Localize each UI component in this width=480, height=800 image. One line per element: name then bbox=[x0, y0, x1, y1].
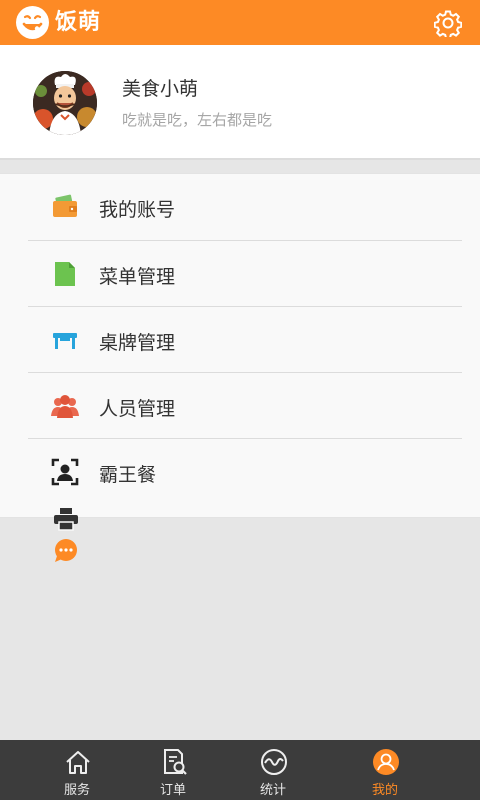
menu-item-free-meal[interactable]: 霸王餐 bbox=[0, 439, 480, 505]
tab-label: 服务 bbox=[63, 783, 90, 798]
smiley-logo-icon bbox=[16, 6, 49, 39]
user-icon bbox=[373, 749, 399, 775]
settings-menu: 我的账号 菜单管理 桌牌管理 人员管理 霸王餐 bbox=[0, 173, 480, 518]
avatar[interactable] bbox=[33, 71, 97, 135]
top-bar: 饭萌 bbox=[0, 0, 480, 45]
tab-label: 我的 bbox=[371, 783, 398, 798]
chat-bubble-icon[interactable] bbox=[52, 538, 80, 562]
profile-signature: 吃就是吃，左右都是吃 bbox=[122, 111, 273, 129]
tab-service[interactable]: 服务 bbox=[37, 740, 117, 800]
person-frame-icon bbox=[51, 458, 79, 486]
settings-button[interactable] bbox=[433, 9, 463, 40]
profile-name: 美食小萌 bbox=[122, 78, 199, 100]
tab-label: 订单 bbox=[159, 783, 186, 798]
app-logo-text: 饭萌 bbox=[55, 10, 102, 35]
home-icon bbox=[66, 751, 90, 774]
menu-item-label: 菜单管理 bbox=[99, 266, 176, 288]
tab-orders[interactable]: 订单 bbox=[133, 740, 213, 800]
people-icon bbox=[51, 395, 79, 418]
tab-label: 统计 bbox=[259, 783, 286, 798]
menu-item-table-management[interactable]: 桌牌管理 bbox=[0, 307, 480, 373]
wallet-icon bbox=[53, 194, 77, 217]
profile-card[interactable]: 美食小萌 吃就是吃，左右都是吃 bbox=[0, 45, 480, 160]
table-icon bbox=[53, 333, 77, 349]
menu-item-menu-management[interactable]: 菜单管理 bbox=[0, 241, 480, 307]
tab-mine[interactable]: 我的 bbox=[345, 740, 425, 800]
printer-icon[interactable] bbox=[52, 507, 80, 531]
tab-statistics[interactable]: 统计 bbox=[233, 740, 313, 800]
chef-avatar-icon bbox=[33, 71, 97, 135]
menu-item-label: 霸王餐 bbox=[99, 464, 157, 486]
gear-icon bbox=[433, 10, 463, 40]
bottom-tab-bar: 服务 订单 统计 我的 bbox=[0, 740, 480, 800]
menu-item-staff-management[interactable]: 人员管理 bbox=[0, 373, 480, 439]
document-icon bbox=[55, 262, 75, 286]
order-search-icon bbox=[164, 749, 187, 775]
menu-item-my-account[interactable]: 我的账号 bbox=[0, 174, 480, 240]
app-logo: 饭萌 bbox=[16, 6, 101, 39]
menu-item-label: 人员管理 bbox=[99, 398, 176, 420]
menu-item-label: 我的账号 bbox=[99, 199, 176, 221]
wave-icon bbox=[261, 749, 287, 775]
menu-item-label: 桌牌管理 bbox=[99, 332, 176, 354]
